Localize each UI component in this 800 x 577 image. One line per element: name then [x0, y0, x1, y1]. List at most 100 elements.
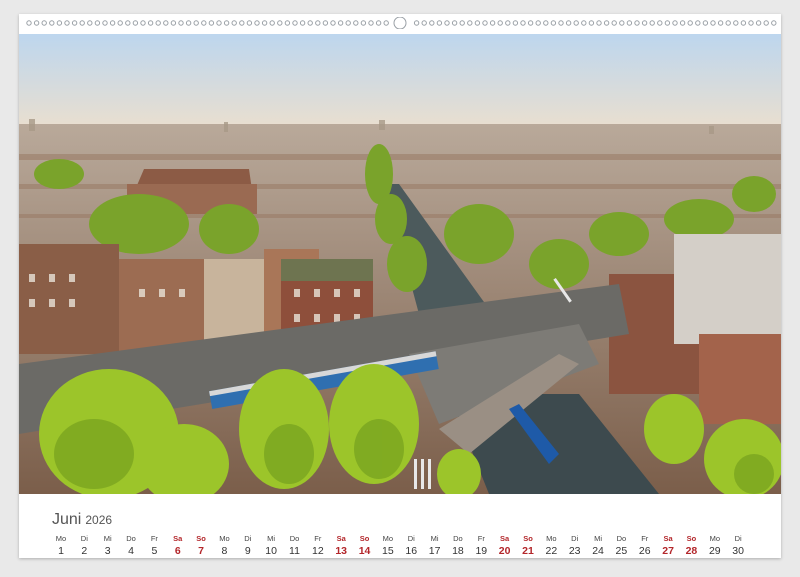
binding-loop: [94, 20, 101, 26]
binding-loop: [299, 20, 306, 26]
day-cell: Do 4: [119, 534, 143, 559]
binding-loop: [231, 20, 237, 26]
binding-loop: [87, 20, 93, 26]
binding-loop: [725, 20, 731, 26]
binding-loop: [140, 20, 146, 26]
binding-loop: [315, 20, 321, 26]
day-number: 24: [592, 545, 604, 557]
day-cell: Fr 12: [306, 534, 330, 559]
binding-loop: [33, 20, 40, 26]
binding-loop: [444, 20, 450, 26]
binding-loop: [201, 20, 207, 26]
binding-loop: [710, 20, 716, 26]
day-cell: Do 18: [446, 534, 470, 559]
binding-loop: [679, 20, 686, 26]
binding-loop: [170, 20, 177, 26]
weekday-abbr: Fr: [150, 534, 158, 543]
day-cell: Mi 3: [96, 534, 120, 559]
binding-loop: [49, 20, 55, 26]
binding-loop: [527, 20, 534, 26]
wire-binding: [26, 17, 777, 29]
binding-loop: [246, 20, 253, 26]
binding-loop: [56, 20, 63, 26]
weekday-abbr: So: [359, 534, 370, 543]
binding-loop: [497, 20, 503, 26]
binding-loop: [383, 20, 389, 26]
day-cell: Di 9: [236, 534, 260, 559]
binding-loop: [482, 20, 488, 26]
binding-loop: [733, 20, 739, 26]
binding-loop: [208, 20, 215, 26]
binding-loop: [322, 20, 329, 26]
binding-loop: [755, 20, 762, 26]
binding-loop: [41, 20, 47, 26]
weekday-abbr: So: [686, 534, 697, 543]
day-number: 25: [615, 545, 628, 557]
binding-loop: [588, 20, 595, 26]
day-number: 23: [568, 545, 581, 557]
day-cell: Do 11: [283, 534, 307, 559]
day-number: 12: [312, 545, 324, 557]
day-cell: Sa 13: [329, 534, 353, 559]
day-cell: Mi 17: [423, 534, 447, 559]
binding-loop: [489, 20, 496, 26]
weekday-abbr: Di: [80, 534, 88, 543]
weekday-abbr: Mo: [546, 534, 557, 543]
weekday-abbr: Mo: [709, 534, 720, 543]
binding-loop: [345, 20, 351, 26]
weekday-abbr: Di: [244, 534, 252, 543]
day-number: 16: [405, 545, 418, 557]
binding-loop: [277, 20, 283, 26]
binding-loop: [565, 20, 572, 26]
day-number: 5: [151, 545, 158, 557]
binding-loop: [664, 20, 671, 26]
weekday-abbr: Do: [126, 534, 136, 543]
weekday-abbr: Di: [734, 534, 742, 543]
weekday-abbr: Di: [407, 534, 415, 543]
binding-loop: [125, 20, 131, 26]
binding-loop: [748, 20, 754, 26]
binding-loop: [292, 20, 298, 26]
binding-loop: [368, 20, 374, 26]
weekday-abbr: Mo: [382, 534, 394, 543]
day-number: 18: [452, 545, 464, 557]
day-number: 1: [58, 545, 64, 557]
binding-loop: [740, 20, 747, 26]
binding-loop: [132, 20, 139, 26]
weekday-abbr: Sa: [173, 534, 183, 543]
day-number: 14: [358, 545, 371, 557]
day-cell: Sa 20: [493, 534, 517, 559]
binding-loop: [360, 20, 367, 26]
weekday-abbr: Do: [289, 534, 300, 543]
binding-loop: [474, 20, 481, 26]
binding-loop: [239, 20, 245, 26]
binding-loop: [451, 20, 458, 26]
binding-loop: [611, 20, 617, 26]
binding-loop: [535, 20, 541, 26]
binding-loop: [254, 20, 260, 26]
binding-loop: [505, 20, 511, 26]
binding-loop: [771, 20, 777, 26]
weekday-abbr: So: [196, 534, 206, 543]
day-cell: Di 2: [72, 534, 96, 559]
day-cell: So 14: [353, 534, 377, 559]
binding-loop: [307, 20, 313, 26]
day-number: 3: [104, 545, 111, 557]
weekday-abbr: Do: [453, 534, 463, 543]
binding-loop: [543, 20, 549, 26]
day-number: 9: [244, 545, 251, 557]
day-cell: Fr 5: [142, 534, 166, 559]
binding-loop: [672, 20, 678, 26]
day-number: 15: [382, 545, 394, 557]
binding-loop: [467, 20, 473, 26]
month-name: Juni: [52, 511, 82, 528]
day-number: 7: [198, 545, 205, 557]
weekday-abbr: Sa: [336, 534, 346, 543]
weekday-abbr: Di: [571, 534, 579, 543]
binding-loop: [353, 20, 359, 26]
binding-loop: [178, 20, 184, 26]
weekday-abbr: Mi: [430, 534, 439, 543]
weekday-abbr: Mo: [219, 534, 230, 543]
binding-loop: [79, 20, 85, 26]
binding-loop: [117, 20, 123, 26]
